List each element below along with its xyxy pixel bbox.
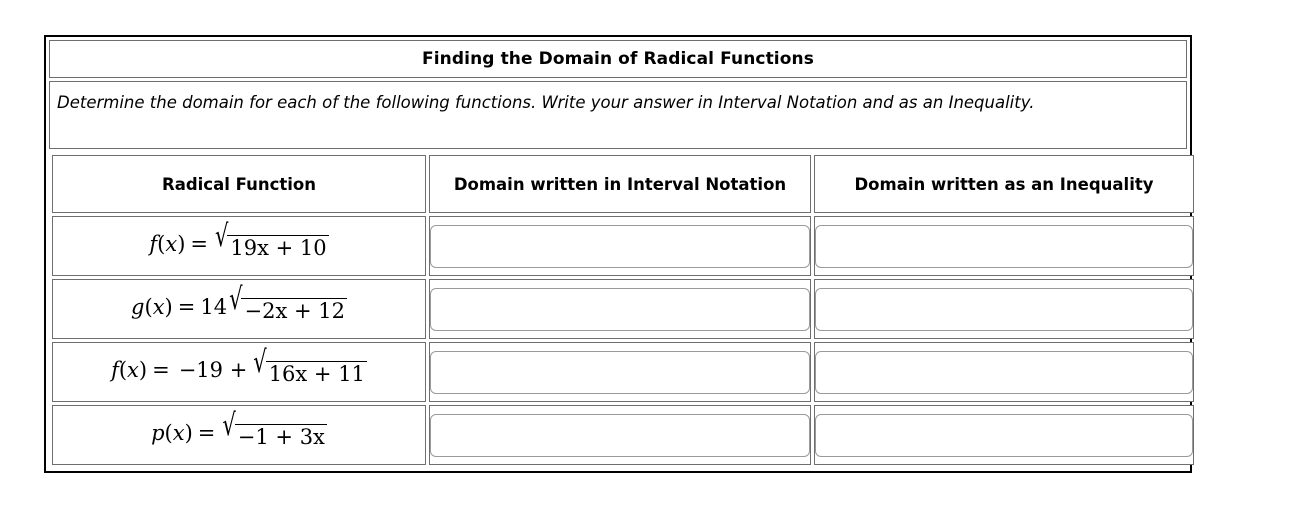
equals-sign: = bbox=[177, 294, 196, 319]
coefficient: 14 bbox=[200, 294, 228, 319]
radicand: −1 + 3x bbox=[234, 423, 327, 448]
worksheet-container: Finding the Domain of Radical Functions … bbox=[44, 35, 1194, 473]
math-expression: p(x) = √ −1 + 3x bbox=[151, 409, 327, 448]
table-row: g(x) = 14 √ −2x + 12 bbox=[52, 279, 1194, 339]
interval-notation-input[interactable] bbox=[430, 413, 810, 457]
math-expression: g(x) = 14 √ −2x + 12 bbox=[131, 283, 347, 322]
variable: x bbox=[127, 357, 139, 382]
inequality-answer-cell bbox=[814, 279, 1194, 339]
square-root: √ −1 + 3x bbox=[222, 409, 327, 448]
radical-icon: √ bbox=[222, 406, 236, 442]
radical-icon: √ bbox=[253, 343, 267, 379]
column-header-label: Domain written as an Inequality bbox=[854, 174, 1154, 194]
radical-icon: √ bbox=[229, 280, 243, 316]
paren-close: ) bbox=[184, 420, 193, 445]
worksheet-title-row: Finding the Domain of Radical Functions bbox=[49, 40, 1187, 78]
inequality-answer-cell bbox=[814, 342, 1194, 402]
interval-answer-cell bbox=[429, 405, 811, 465]
inequality-input[interactable] bbox=[815, 350, 1193, 394]
function-name: f bbox=[111, 357, 119, 382]
function-name: f bbox=[149, 231, 158, 256]
variable: x bbox=[172, 420, 185, 445]
interval-notation-input[interactable] bbox=[430, 350, 810, 394]
inequality-answer-cell bbox=[814, 405, 1194, 465]
table-row: f(x) = √ 19x + 10 bbox=[52, 216, 1194, 276]
paren-open: ( bbox=[144, 294, 153, 319]
domain-table: Radical Function Domain written in Inter… bbox=[49, 152, 1197, 468]
radicand: 19x + 10 bbox=[227, 234, 329, 259]
function-cell: f(x) = −19 + √ 16x + 11 bbox=[52, 342, 426, 402]
table-row: p(x) = √ −1 + 3x bbox=[52, 405, 1194, 465]
equals-sign: = bbox=[190, 231, 208, 256]
column-header-inequality: Domain written as an Inequality bbox=[814, 155, 1194, 213]
equals-sign: = bbox=[197, 420, 216, 445]
square-root: √ 16x + 11 bbox=[253, 346, 367, 385]
function-cell: g(x) = 14 √ −2x + 12 bbox=[52, 279, 426, 339]
radicand: 16x + 11 bbox=[265, 360, 367, 385]
paren-close: ) bbox=[138, 357, 148, 382]
square-root: √ −2x + 12 bbox=[229, 283, 347, 322]
column-header-radical-function: Radical Function bbox=[52, 155, 426, 213]
math-expression: f(x) = −19 + √ 16x + 11 bbox=[111, 346, 367, 385]
radicand: −2x + 12 bbox=[241, 297, 347, 322]
function-name: g bbox=[131, 294, 145, 319]
inequality-input[interactable] bbox=[815, 224, 1193, 268]
variable: x bbox=[165, 231, 178, 256]
paren-close: ) bbox=[164, 294, 173, 319]
variable: x bbox=[152, 294, 165, 319]
column-header-interval-notation: Domain written in Interval Notation bbox=[429, 155, 811, 213]
page-title: Finding the Domain of Radical Functions bbox=[422, 49, 814, 69]
radical-icon: √ bbox=[215, 217, 229, 253]
paren-open: ( bbox=[118, 357, 128, 382]
interval-notation-input[interactable] bbox=[430, 224, 810, 268]
interval-answer-cell bbox=[429, 279, 811, 339]
interval-answer-cell bbox=[429, 342, 811, 402]
table-row: f(x) = −19 + √ 16x + 11 bbox=[52, 342, 1194, 402]
leading-term: −19 + bbox=[178, 357, 248, 382]
paren-open: ( bbox=[157, 231, 166, 256]
function-name: p bbox=[151, 420, 165, 445]
square-root: √ 19x + 10 bbox=[215, 220, 329, 259]
inequality-input[interactable] bbox=[815, 413, 1193, 457]
instruction-text: Determine the domain for each of the fol… bbox=[57, 93, 1035, 112]
worksheet-instruction-row: Determine the domain for each of the fol… bbox=[49, 81, 1187, 149]
math-expression: f(x) = √ 19x + 10 bbox=[149, 220, 329, 259]
paren-open: ( bbox=[164, 420, 173, 445]
inequality-answer-cell bbox=[814, 216, 1194, 276]
inequality-input[interactable] bbox=[815, 287, 1193, 331]
function-cell: p(x) = √ −1 + 3x bbox=[52, 405, 426, 465]
interval-answer-cell bbox=[429, 216, 811, 276]
column-header-label: Domain written in Interval Notation bbox=[453, 174, 787, 194]
interval-notation-input[interactable] bbox=[430, 287, 810, 331]
equals-sign: = bbox=[152, 357, 170, 382]
function-cell: f(x) = √ 19x + 10 bbox=[52, 216, 426, 276]
paren-close: ) bbox=[177, 231, 186, 256]
table-header-row: Radical Function Domain written in Inter… bbox=[52, 155, 1194, 213]
column-header-label: Radical Function bbox=[162, 174, 316, 194]
